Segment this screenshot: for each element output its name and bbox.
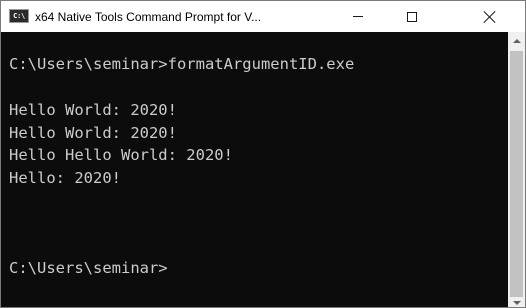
scroll-thumb[interactable]: [510, 51, 523, 297]
minimize-icon: [353, 16, 363, 17]
close-button[interactable]: [467, 1, 513, 32]
console-window: C:\ x64 Native Tools Command Prompt for …: [0, 0, 526, 308]
title-bar[interactable]: C:\ x64 Native Tools Command Prompt for …: [1, 1, 525, 32]
window-title: x64 Native Tools Command Prompt for V...: [35, 10, 262, 24]
console-line: Hello Hello World: 2020!: [9, 146, 233, 164]
maximize-icon: [407, 11, 417, 22]
console-line: Hello World: 2020!: [9, 124, 177, 142]
maximize-button[interactable]: [389, 1, 435, 32]
minimize-button[interactable]: [335, 1, 381, 32]
console-prompt-line: C:\Users\seminar>: [9, 259, 168, 277]
scroll-down-button[interactable]: [508, 297, 525, 307]
console-output[interactable]: C:\Users\seminar>formatArgumentID.exe He…: [1, 32, 508, 307]
console-line: Hello World: 2020!: [9, 101, 177, 119]
command-prompt-icon[interactable]: C:\: [9, 9, 29, 23]
scroll-up-button[interactable]: [508, 32, 525, 49]
console-line: Hello: 2020!: [9, 169, 121, 187]
console-line: C:\Users\seminar>formatArgumentID.exe: [9, 55, 355, 73]
close-icon: [483, 10, 497, 24]
vertical-scrollbar[interactable]: [508, 32, 525, 307]
scroll-down-arrow-icon: [512, 300, 521, 305]
scroll-up-arrow-icon: [512, 38, 521, 43]
